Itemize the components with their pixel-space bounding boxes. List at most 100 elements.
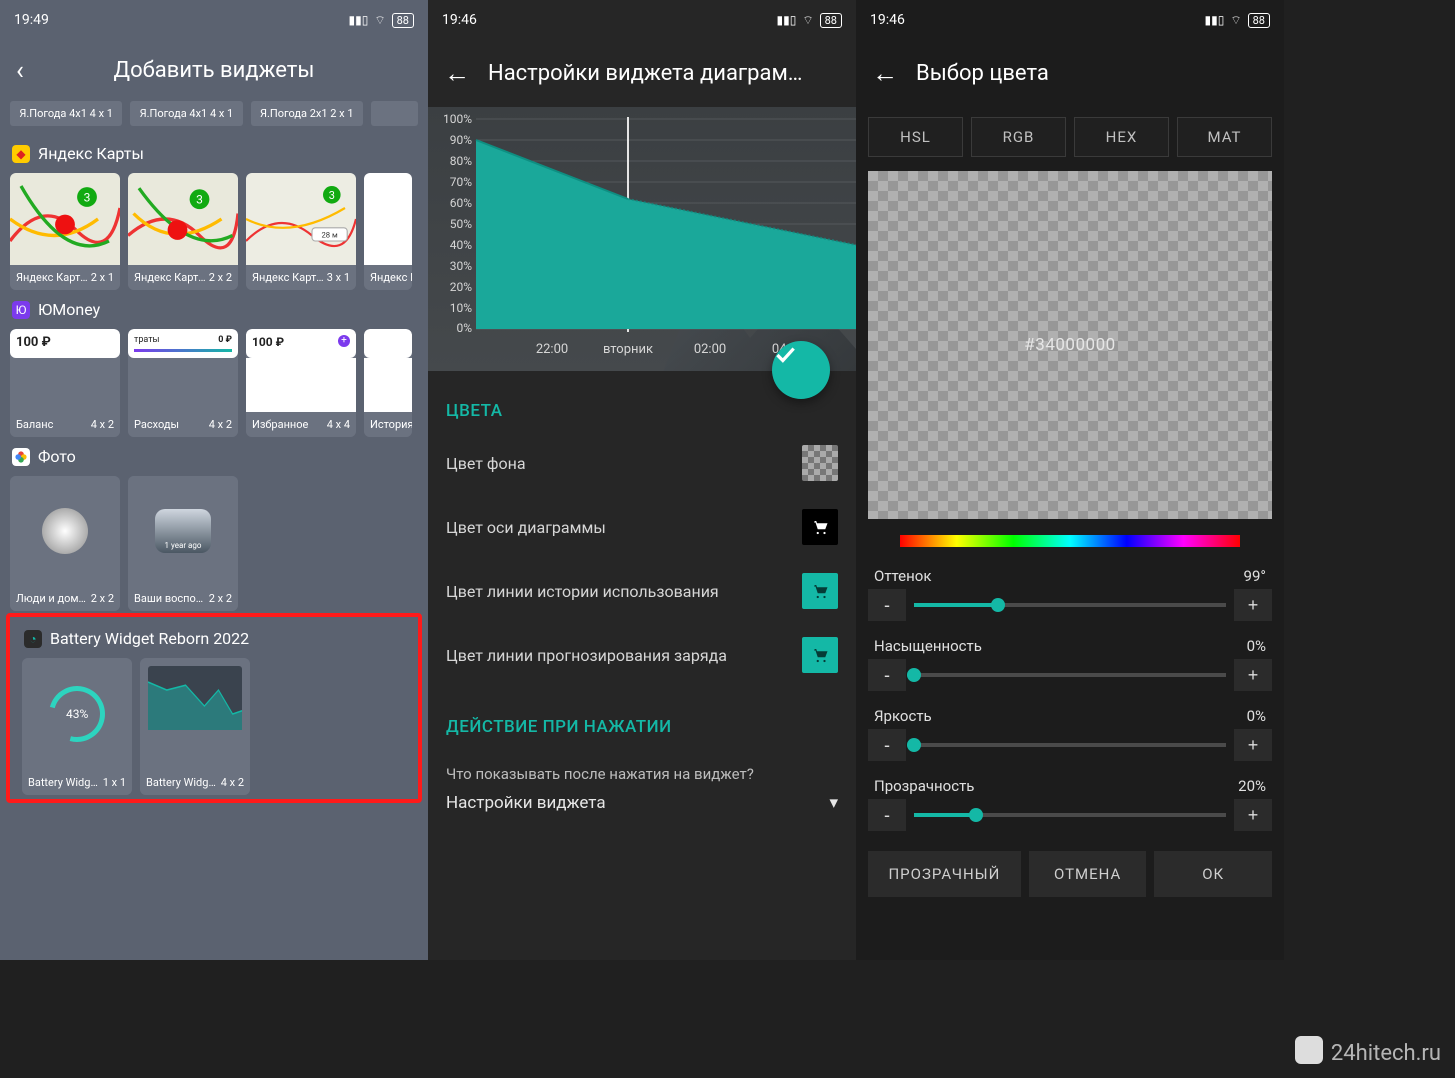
action-dropdown[interactable]: Настройки виджета ▾ xyxy=(428,785,856,831)
plus-button[interactable]: + xyxy=(1234,659,1272,691)
svg-text:3: 3 xyxy=(329,189,335,202)
section-yoomoney: Ю ЮMoney xyxy=(0,290,428,329)
check-icon xyxy=(772,341,798,367)
section-title: Battery Widget Reborn 2022 xyxy=(50,629,249,648)
highlight-box: ◔ Battery Widget Reborn 2022 43% Battery… xyxy=(6,613,422,803)
color-mode-tabs: HSL RGB HEX MAT xyxy=(856,107,1284,167)
status-time: 19:46 xyxy=(442,12,477,28)
weather-tag[interactable]: Я.Погода 2x1 2 x 1 xyxy=(251,101,363,126)
forecast-color-swatch[interactable] xyxy=(802,637,838,673)
svg-text:10%: 10% xyxy=(450,301,472,315)
minus-button[interactable]: - xyxy=(868,659,906,691)
slider-label-text: Яркость xyxy=(874,707,932,725)
weather-tag[interactable] xyxy=(371,101,418,126)
row-label: Цвет линии прогнозирования заряда xyxy=(446,646,727,665)
slider-value: 0% xyxy=(1247,637,1266,655)
slider-lightness: Яркость 0% - + xyxy=(856,697,1284,767)
wifi-icon: ⌔ xyxy=(1230,13,1241,28)
section-battery-widget: ◔ Battery Widget Reborn 2022 xyxy=(12,619,416,658)
confirm-fab[interactable] xyxy=(772,341,830,399)
widget-card[interactable]: 3 Яндекс Карт…2 x 2 xyxy=(128,173,238,290)
row-forecast-color[interactable]: Цвет линии прогнозирования заряда xyxy=(428,623,856,687)
page-title: Добавить виджеты xyxy=(114,58,315,83)
battery-icon: 88 xyxy=(1248,13,1270,28)
minus-button[interactable]: - xyxy=(868,799,906,831)
svg-text:70%: 70% xyxy=(450,175,472,189)
slider-value: 99° xyxy=(1244,567,1266,585)
yoomoney-icon: Ю xyxy=(12,301,30,319)
widget-card[interactable]: Battery Widg…4 x 2 xyxy=(140,658,250,795)
row-bg-colorључgår[interactable]: Цвет фона xyxy=(428,431,856,495)
watermark-icon xyxy=(1295,1036,1323,1064)
widget-card[interactable]: 100 ₽ + Избранное4 x 4 xyxy=(246,329,356,437)
widget-card[interactable]: 3 Яндекс Карт…2 x 1 xyxy=(10,173,120,290)
dropdown-value: Настройки виджета xyxy=(446,793,606,813)
minus-button[interactable]: - xyxy=(868,729,906,761)
wifi-icon: ⌔ xyxy=(802,13,813,28)
section-title: Фото xyxy=(38,447,76,466)
section-photos: Фото xyxy=(0,437,428,476)
widget-card[interactable]: траты0 ₽ Расходы4 x 2 xyxy=(128,329,238,437)
watermark-bar: 24hitech.ru xyxy=(0,960,1455,1078)
section-yandex-maps: ◆ Яндекс Карты xyxy=(0,134,428,173)
tab-rgb[interactable]: RGB xyxy=(971,117,1066,157)
action-description: Что показывать после нажатия на виджет? xyxy=(428,747,856,785)
back-icon[interactable]: ← xyxy=(872,58,898,89)
minus-button[interactable]: - xyxy=(868,589,906,621)
screen-widget-settings: 19:46 ▮▮▯ ⌔ 88 ← Настройки виджета диагр… xyxy=(428,0,856,960)
wifi-icon: ⌔ xyxy=(374,13,385,28)
tab-hex[interactable]: HEX xyxy=(1074,117,1169,157)
section-title: Яндекс Карты xyxy=(38,144,144,163)
plus-button[interactable]: + xyxy=(1234,799,1272,831)
page-title: Выбор цвета xyxy=(916,61,1049,86)
svg-text:20%: 20% xyxy=(450,280,472,294)
back-icon[interactable]: ‹ xyxy=(16,56,24,86)
swatch-hex: #34000000 xyxy=(1024,335,1115,355)
ok-button[interactable]: ОК xyxy=(1154,851,1272,897)
widget-card[interactable]: Яндекс К… xyxy=(364,173,412,290)
svg-text:40%: 40% xyxy=(450,238,472,252)
page-title: Настройки виджета диаграм… xyxy=(488,61,803,86)
cart-icon xyxy=(811,582,829,600)
photos-icon xyxy=(12,448,30,466)
history-color-swatch[interactable] xyxy=(802,573,838,609)
cancel-button[interactable]: ОТМЕНА xyxy=(1029,851,1147,897)
svg-text:вторник: вторник xyxy=(603,342,653,357)
cart-icon xyxy=(811,518,829,536)
svg-text:50%: 50% xyxy=(450,217,472,231)
axis-color-swatch[interactable] xyxy=(802,509,838,545)
widget-card[interactable]: История xyxy=(364,329,412,437)
row-history-color[interactable]: Цвет линии истории использования xyxy=(428,559,856,623)
color-swatch-preview[interactable]: #34000000 xyxy=(868,171,1272,519)
bg-color-swatch[interactable] xyxy=(802,445,838,481)
weather-tag[interactable]: Я.Погода 4x1 4 x 1 xyxy=(130,101,242,126)
watermark-text: 24hitech.ru xyxy=(1331,1041,1441,1066)
svg-text:02:00: 02:00 xyxy=(694,342,726,357)
widget-card[interactable]: 1 year ago Ваши воспо…2 x 2 xyxy=(128,476,238,611)
plus-button[interactable]: + xyxy=(1234,589,1272,621)
weather-tag[interactable]: Я.Погода 4x1 4 x 1 xyxy=(10,101,122,126)
transparent-button[interactable]: ПРОЗРАЧНЫЙ xyxy=(868,851,1021,897)
screen-widget-picker: 19:49 ▮▮▯ ⌔ 88 ‹ Добавить виджеты Я.Пого… xyxy=(0,0,428,960)
widget-card[interactable]: 100 ₽ Баланс4 x 2 xyxy=(10,329,120,437)
cart-icon xyxy=(811,646,829,664)
widget-card[interactable]: 43% Battery Widg…1 x 1 xyxy=(22,658,132,795)
hue-strip[interactable] xyxy=(896,531,1244,551)
widget-card[interactable]: 3 28 м Яндекс Карт…3 x 1 xyxy=(246,173,356,290)
slider-track[interactable] xyxy=(914,673,1226,677)
slider-track[interactable] xyxy=(914,743,1226,747)
tab-hsl[interactable]: HSL xyxy=(868,117,963,157)
plus-button[interactable]: + xyxy=(1234,729,1272,761)
slider-track[interactable] xyxy=(914,813,1226,817)
tab-mat[interactable]: MAT xyxy=(1177,117,1272,157)
svg-text:3: 3 xyxy=(196,193,203,207)
signal-icon: ▮▮▯ xyxy=(349,13,369,27)
status-bar: 19:46 ▮▮▯ ⌔ 88 xyxy=(428,0,856,40)
yandex-maps-icon: ◆ xyxy=(12,145,30,163)
slider-track[interactable] xyxy=(914,603,1226,607)
row-axis-color[interactable]: Цвет оси диаграммы xyxy=(428,495,856,559)
widget-card[interactable]: Люди и дом…2 x 2 xyxy=(10,476,120,611)
row-label: Цвет оси диаграммы xyxy=(446,518,606,537)
header: ← Настройки виджета диаграм… xyxy=(428,40,856,107)
back-icon[interactable]: ← xyxy=(444,58,470,89)
